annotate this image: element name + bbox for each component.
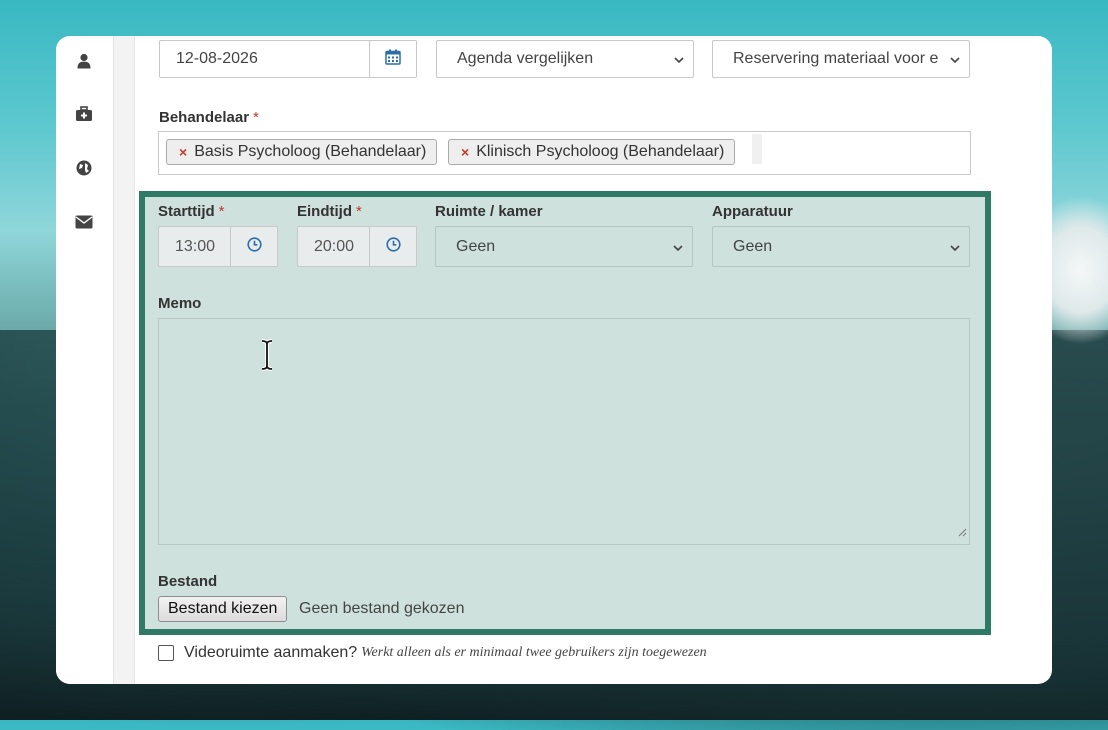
sidebar: [56, 36, 114, 684]
ruimte-label: Ruimte / kamer: [435, 203, 543, 220]
behandelaar-label: Behandelaar *: [159, 109, 259, 126]
bestand-label: Bestand: [158, 573, 218, 590]
resize-handle-icon[interactable]: [957, 524, 967, 542]
behandelaar-multiselect[interactable]: × Basis Psycholoog (Behandelaar) × Klini…: [158, 131, 971, 175]
envelope-icon[interactable]: [74, 212, 94, 232]
tag-label: Klinisch Psycholoog (Behandelaar): [476, 143, 725, 160]
date-input[interactable]: 12-08-2026: [159, 40, 417, 78]
date-value: 12-08-2026: [176, 50, 258, 67]
video-room-hint: Werkt alleen als er minimaal twee gebrui…: [361, 645, 707, 660]
video-room-checkbox[interactable]: [158, 645, 174, 661]
apparatuur-label: Apparatuur: [712, 203, 793, 220]
required-mark: *: [253, 109, 259, 126]
choose-file-button[interactable]: Bestand kiezen: [158, 596, 288, 622]
medical-kit-icon[interactable]: [74, 104, 94, 124]
chevron-down-icon: [673, 53, 685, 71]
memo-label: Memo: [158, 295, 202, 312]
apparatuur-select[interactable]: Geen: [712, 226, 970, 267]
calendar-icon: [385, 49, 401, 70]
chevron-down-icon: [672, 241, 684, 259]
eindtijd-clock-button[interactable]: [369, 227, 416, 266]
video-room-row: Videoruimte aanmaken? Werkt alleen als e…: [158, 644, 707, 662]
clock-icon: [246, 236, 262, 257]
video-room-label[interactable]: Videoruimte aanmaken?: [184, 644, 357, 662]
starttijd-clock-button[interactable]: [230, 227, 277, 266]
tag-klinisch-psycholoog: × Klinisch Psycholoog (Behandelaar): [448, 139, 736, 165]
agenda-select[interactable]: Agenda vergelijken: [436, 40, 694, 78]
highlighted-section: Starttijd * 13:00 Eindtijd * 20:00 Ruimte …: [139, 191, 991, 635]
clock-icon: [385, 236, 401, 257]
chevron-down-icon: [949, 241, 961, 259]
ruimte-select[interactable]: Geen: [435, 226, 693, 267]
starttijd-label: Starttijd *: [158, 203, 225, 220]
reservation-select-value: Reservering materiaal voor e: [733, 50, 938, 67]
reservation-select[interactable]: Reservering materiaal voor e: [712, 40, 970, 78]
multiselect-search-cursor[interactable]: [752, 134, 762, 164]
eindtijd-input[interactable]: 20:00: [297, 226, 417, 267]
starttijd-value: 13:00: [175, 237, 216, 255]
memo-textarea[interactable]: [158, 318, 970, 545]
app-window: 12-08-2026 Agenda vergelijken Reserverin…: [56, 36, 1052, 684]
globe-icon[interactable]: [74, 158, 94, 178]
file-status-text: Geen bestand gekozen: [299, 600, 465, 617]
text-cursor-icon: [259, 339, 275, 376]
starttijd-input[interactable]: 13:00: [158, 226, 278, 267]
user-icon[interactable]: [74, 51, 94, 71]
eindtijd-value: 20:00: [314, 237, 355, 255]
tag-basis-psycholoog: × Basis Psycholoog (Behandelaar): [166, 139, 438, 165]
calendar-button[interactable]: [369, 41, 416, 77]
tag-label: Basis Psycholoog (Behandelaar): [194, 143, 427, 160]
sidebar-divider-strip: [114, 36, 135, 684]
ruimte-select-value: Geen: [456, 237, 496, 255]
form-content: 12-08-2026 Agenda vergelijken Reserverin…: [134, 36, 1052, 684]
required-mark: *: [218, 203, 225, 220]
remove-tag-icon[interactable]: ×: [461, 144, 469, 160]
remove-tag-icon[interactable]: ×: [179, 144, 187, 160]
apparatuur-select-value: Geen: [733, 237, 773, 255]
agenda-select-value: Agenda vergelijken: [457, 50, 594, 67]
required-mark: *: [356, 203, 362, 220]
chevron-down-icon: [949, 53, 961, 71]
eindtijd-label: Eindtijd *: [297, 203, 362, 220]
